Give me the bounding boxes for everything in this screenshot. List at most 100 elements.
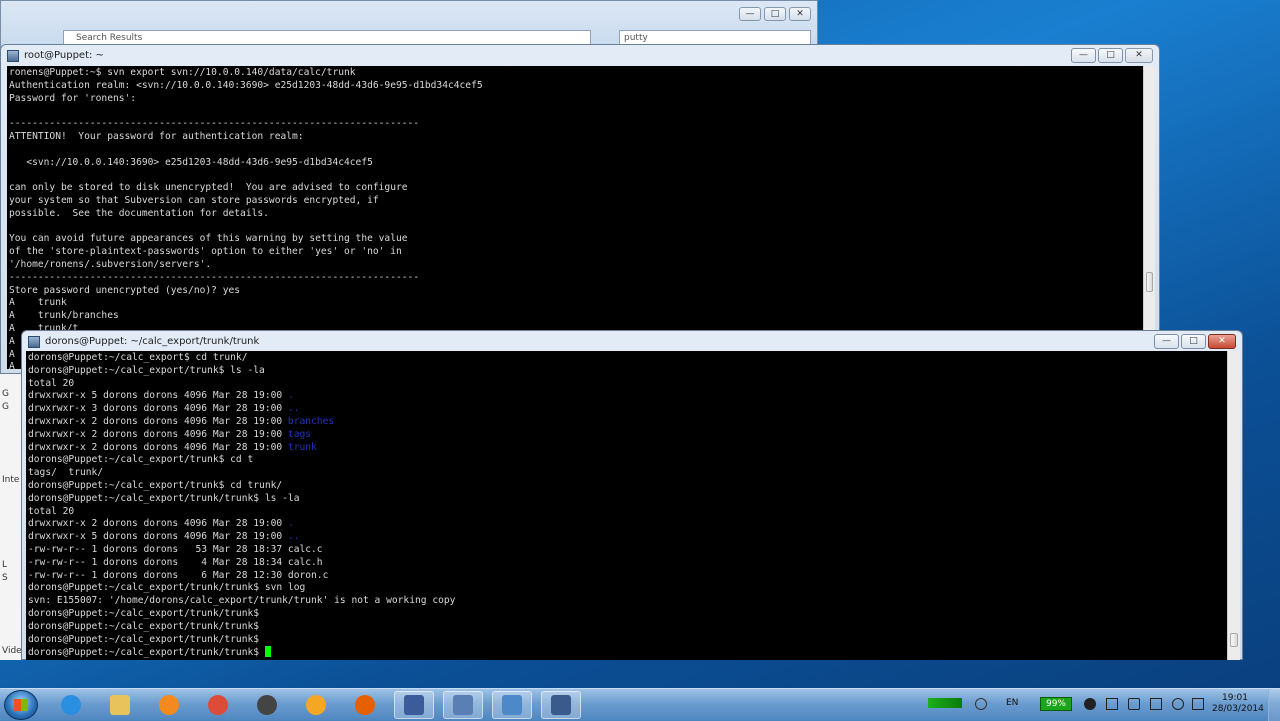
taskbar-app-button[interactable] <box>394 691 434 719</box>
terminal-line: drwxrwxr-x 3 dorons dorons 4096 Mar 28 1… <box>28 403 1227 416</box>
scrollbar[interactable] <box>1143 66 1155 369</box>
terminal-text: drwxrwxr-x 5 dorons dorons 4096 Mar 28 1… <box>28 531 288 543</box>
power-icon[interactable] <box>1084 698 1096 710</box>
terminal-line: dorons@Puppet:~/calc_export/trunk$ ls -l… <box>28 365 1227 378</box>
terminal-window-root[interactable]: root@Puppet: ~ — □ ✕ ronens@Puppet:~$ sv… <box>0 44 1160 374</box>
terminal-output[interactable]: dorons@Puppet:~/calc_export$ cd trunk/do… <box>26 351 1227 660</box>
show-desktop-button[interactable] <box>1268 689 1280 721</box>
start-button[interactable] <box>4 690 38 720</box>
terminal-text: dorons@Puppet:~/calc_export/trunk/trunk$… <box>28 492 300 504</box>
window-title: root@Puppet: ~ <box>7 47 1069 65</box>
taskbar-app-button[interactable] <box>247 691 287 719</box>
taskbar-app-button[interactable] <box>51 691 91 719</box>
windows-logo-icon <box>14 699 28 711</box>
close-button[interactable]: ✕ <box>1208 334 1236 349</box>
terminal-text: dorons@Puppet:~/calc_export/trunk/trunk$ <box>28 647 265 659</box>
system-clock[interactable]: 19:01 28/03/2014 <box>1212 693 1264 715</box>
terminal-text: tags/ trunk/ <box>28 467 104 479</box>
taskbar-app-button[interactable] <box>149 691 189 719</box>
terminal-line: total 20 <box>28 506 1227 519</box>
minimize-button[interactable]: — <box>1071 48 1096 63</box>
terminal-line: drwxrwxr-x 2 dorons dorons 4096 Mar 28 1… <box>28 518 1227 531</box>
scrollbar[interactable] <box>1227 351 1240 660</box>
terminal-window-dorons[interactable]: dorons@Puppet: ~/calc_export/trunk/trunk… <box>21 330 1243 660</box>
terminal-line: dorons@Puppet:~/calc_export/trunk$ cd t <box>28 454 1227 467</box>
terminal-text: dorons@Puppet:~/calc_export$ cd trunk/ <box>28 352 248 363</box>
terminal-line: dorons@Puppet:~/calc_export/trunk/trunk$ <box>28 646 1227 659</box>
terminal-line: A trunk <box>9 297 67 309</box>
taskbar-app-button[interactable] <box>198 691 238 719</box>
terminal-text: dorons@Puppet:~/calc_export/trunk$ ls -l… <box>28 364 265 376</box>
taskbar-app-button[interactable] <box>345 691 385 719</box>
taskbar: EN 99% 19:01 28/03/2014 <box>0 688 1280 721</box>
scrollbar-thumb[interactable] <box>1146 272 1153 292</box>
terminal-line: You can avoid future appearances of this… <box>9 233 408 245</box>
minimize-button[interactable]: — <box>1154 334 1179 349</box>
terminal-line: -rw-rw-r-- 1 dorons dorons 6 Mar 28 12:3… <box>28 570 1227 583</box>
directory-name: .. <box>287 403 300 415</box>
network-signal-icon[interactable] <box>928 698 962 708</box>
terminal-text: drwxrwxr-x 2 dorons dorons 4096 Mar 28 1… <box>28 518 288 530</box>
action-center-icon[interactable] <box>1106 698 1118 710</box>
terminal-text: drwxrwxr-x 5 dorons dorons 4096 Mar 28 1… <box>28 390 288 402</box>
strip-label: L <box>2 560 8 570</box>
terminal-line: dorons@Puppet:~/calc_export/trunk$ cd tr… <box>28 480 1227 493</box>
terminal-text: total 20 <box>28 377 75 389</box>
terminal-line: dorons@Puppet:~/calc_export/trunk/trunk$ <box>28 634 1227 647</box>
vlc-like-icon <box>306 695 326 715</box>
close-button[interactable]: ✕ <box>789 7 811 21</box>
putty-icon <box>28 336 40 348</box>
terminal-text: dorons@Puppet:~/calc_export/trunk/trunk$ <box>28 620 260 632</box>
display-icon[interactable] <box>1150 698 1162 710</box>
directory-name: .. <box>287 531 300 543</box>
terminal-text: dorons@Puppet:~/calc_export/trunk/trunk$ <box>28 607 260 619</box>
terminal-output[interactable]: ronens@Puppet:~$ svn export svn://10.0.0… <box>7 66 1143 369</box>
terminal-line: dorons@Puppet:~/calc_export/trunk/trunk$ <box>28 621 1227 634</box>
taskbar-app-button[interactable] <box>492 691 532 719</box>
wireless-icon[interactable] <box>975 698 987 710</box>
taskbar-app-button[interactable] <box>296 691 336 719</box>
volume-icon[interactable] <box>1172 698 1184 710</box>
terminal-text: dorons@Puppet:~/calc_export/trunk$ cd t <box>28 454 254 466</box>
maximize-button[interactable]: □ <box>764 7 786 21</box>
terminal-line: A trunk/branches <box>9 310 119 322</box>
flag-icon[interactable] <box>1128 698 1140 710</box>
minimize-button[interactable]: — <box>739 7 761 21</box>
taskbar-app-button[interactable] <box>100 691 140 719</box>
virtualbox-icon <box>404 695 424 715</box>
taskbar-app-button[interactable] <box>541 691 581 719</box>
terminal-line: '/home/ronens/.subversion/servers'. <box>9 258 212 270</box>
window-title: dorons@Puppet: ~/calc_export/trunk/trunk <box>28 333 1152 351</box>
terminal-text: dorons@Puppet:~/calc_export/trunk$ cd tr… <box>28 479 283 491</box>
terminal-line: drwxrwxr-x 5 dorons dorons 4096 Mar 28 1… <box>28 531 1227 544</box>
taskbar-app-button[interactable] <box>443 691 483 719</box>
window-title-text: dorons@Puppet: ~/calc_export/trunk/trunk <box>45 336 260 347</box>
scrollbar-thumb[interactable] <box>1230 633 1238 647</box>
directory-name: tags <box>287 428 312 440</box>
putty-icon <box>551 695 571 715</box>
terminal-line: can only be stored to disk unencrypted! … <box>9 182 408 194</box>
battery-indicator[interactable]: 99% <box>1040 697 1072 711</box>
directory-name: . <box>287 390 294 402</box>
terminal-text: drwxrwxr-x 2 dorons dorons 4096 Mar 28 1… <box>28 441 288 453</box>
terminal-line: ATTENTION! Your password for authenticat… <box>9 130 304 142</box>
terminal-line: dorons@Puppet:~/calc_export/trunk/trunk$… <box>28 582 1227 595</box>
language-indicator[interactable]: EN <box>1006 698 1018 708</box>
terminal-line: svn: E155007: '/home/dorons/calc_export/… <box>28 595 1227 608</box>
maximize-button[interactable]: □ <box>1098 48 1123 63</box>
terminal-line: drwxrwxr-x 2 dorons dorons 4096 Mar 28 1… <box>28 429 1227 442</box>
terminal-line: Store password unencrypted (yes/no)? yes <box>9 284 241 296</box>
disc-burner-icon <box>257 695 277 715</box>
maximize-button[interactable]: □ <box>1181 334 1206 349</box>
speaker-icon[interactable] <box>1192 698 1204 710</box>
terminal-text: drwxrwxr-x 2 dorons dorons 4096 Mar 28 1… <box>28 415 288 427</box>
strip-label: Vide <box>2 646 22 656</box>
close-button[interactable]: ✕ <box>1125 48 1153 63</box>
strip-label: G <box>2 402 9 412</box>
terminal-line: dorons@Puppet:~/calc_export$ cd trunk/ <box>28 352 1227 365</box>
background-explorer-window[interactable]: Search Results putty — □ ✕ <box>0 0 818 50</box>
ie-icon <box>61 695 81 715</box>
